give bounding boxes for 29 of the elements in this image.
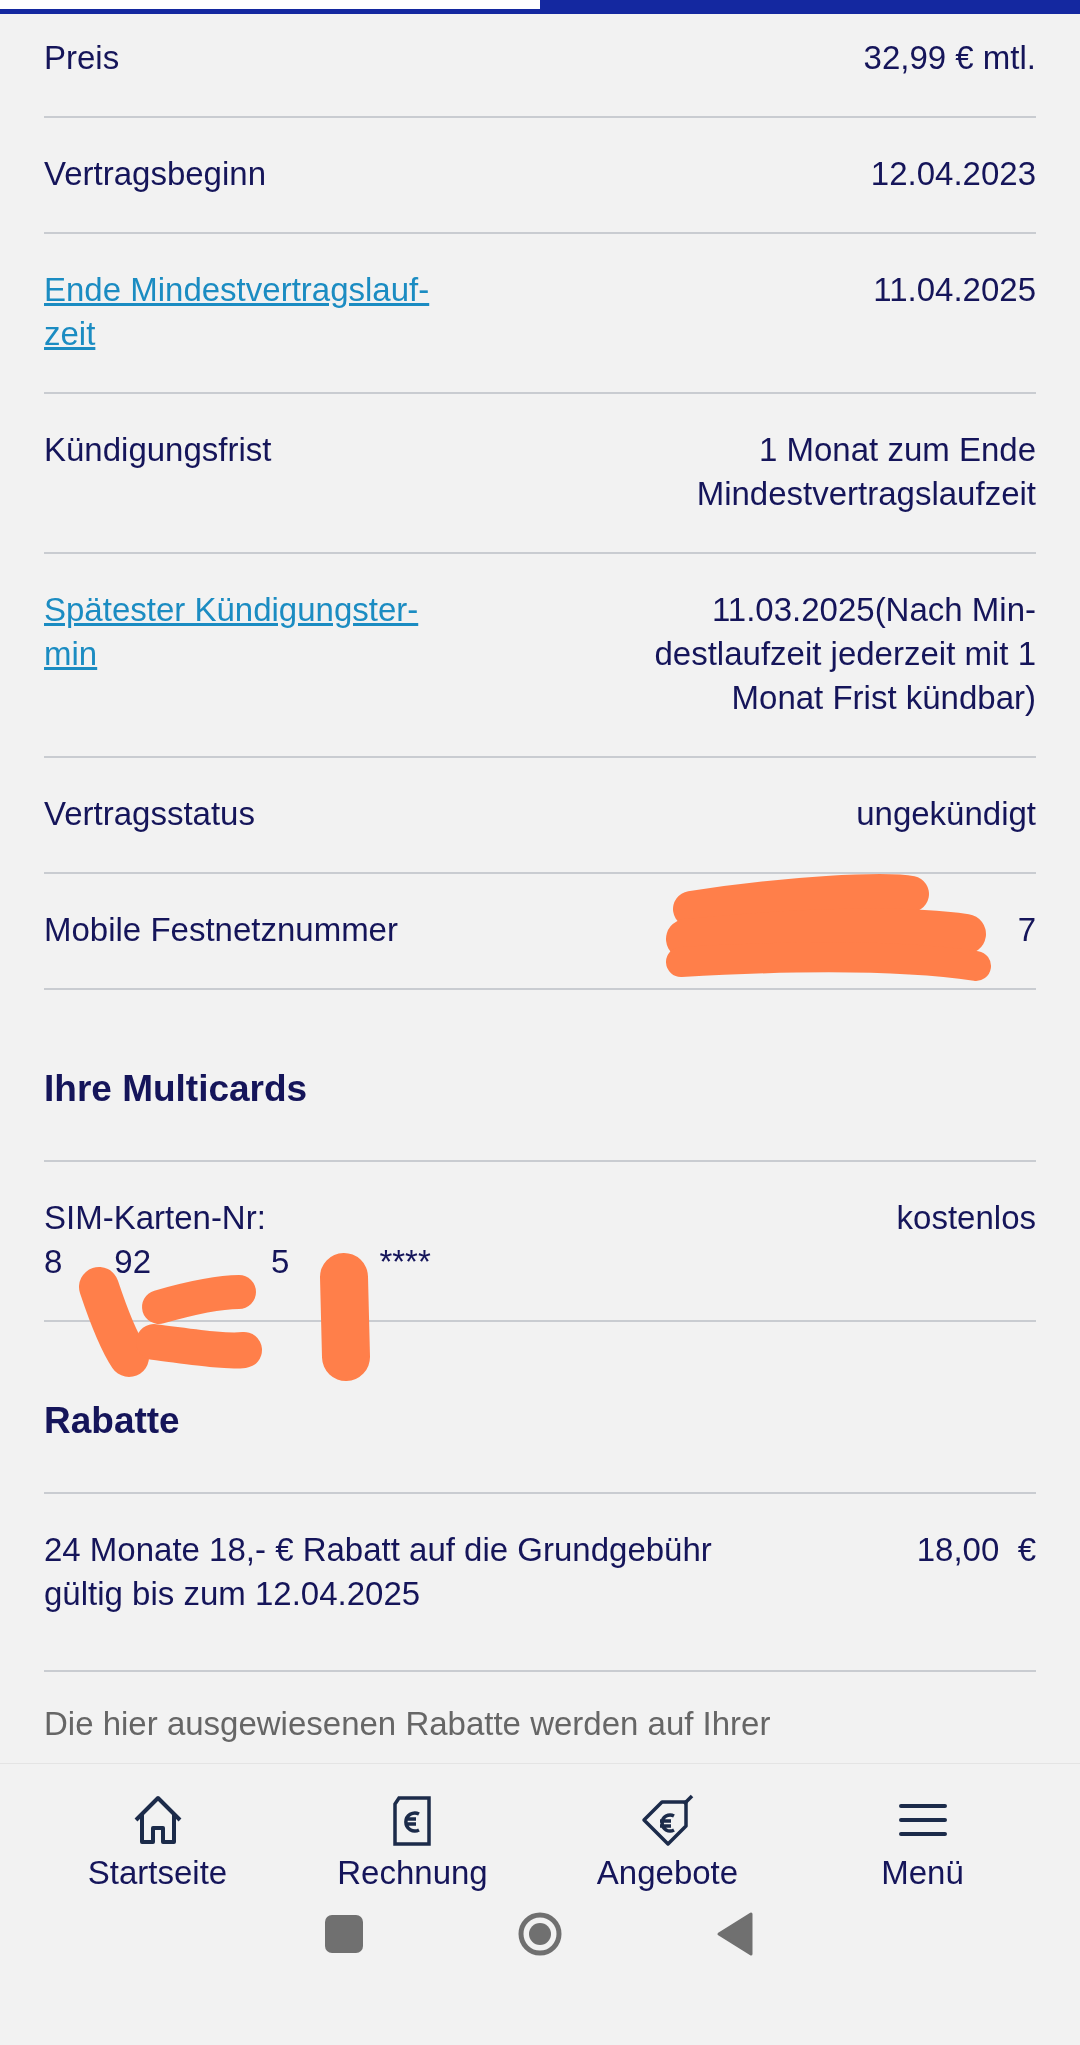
section-heading: Ihre Multicards [44,990,1036,1162]
detail-label: Mobile Festnetznummer [44,910,398,950]
discount-text: 24 Monate 18,- € Rabatt auf die Grundgebühr gültig bis zum 12.04.2025 [44,1530,712,1614]
detail-label: Kündigungsfrist [44,430,272,470]
price-tag-icon [639,1792,696,1848]
detail-label: Vertragsstatus [44,794,255,834]
detail-value: 11.04.2025 [873,270,1036,310]
section-heading: Rabatte [44,1322,1036,1494]
sim-number-fragment: 8 [44,1242,63,1282]
sim-label: SIM-Karten-Nr: [44,1198,267,1238]
detail-value: 12.04.2023 [870,154,1036,194]
sim-number-fragment: 5 [271,1242,290,1282]
nav-tab[interactable]: Rechnung [302,1764,523,1901]
sim-number-fragment: 92 [114,1242,152,1282]
detail-value: 1 Monat zum Ende Mindestvertragslaufzeit [696,430,1036,514]
discount-note: Die hier ausgewiesenen Rabatte werden auf Ihrer [44,1704,772,1744]
detail-value: 32,99 € mtl. [863,38,1036,78]
detail-label: Vertragsbeginn [44,154,266,194]
detail-value: 11.03.2025(Nach Min- destlaufzeit jederzeit mit 1 Monat Frist kündbar) [654,590,1036,718]
nav-tab[interactable]: Angebote [557,1764,778,1901]
detail-label: Preis [44,38,120,78]
home-button[interactable] [517,1911,563,1957]
detail-value: 7 [1017,910,1036,950]
nav-tab[interactable]: Startseite [47,1764,268,1901]
nav-tab[interactable]: Menü [812,1764,1033,1901]
detail-value: ungekündigt [856,794,1036,834]
sim-number-fragment: **** [379,1242,431,1282]
sim-price: kostenlos [896,1198,1036,1238]
discount-amount: 18,00 € [916,1530,1036,1570]
